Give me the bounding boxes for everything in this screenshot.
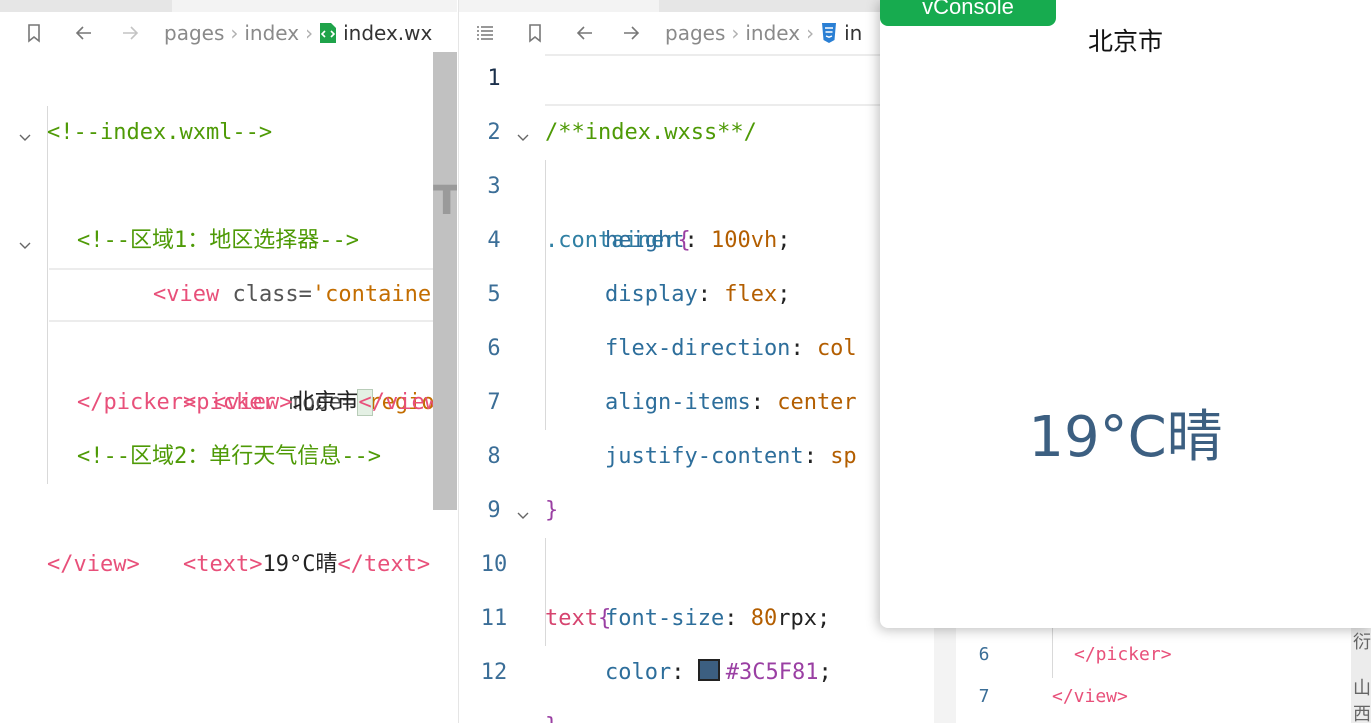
editor-toolbar: pages › index › index.wx: [0, 12, 457, 54]
back-arrow-icon[interactable]: [68, 17, 100, 49]
code-line: /**index.wxss**/: [459, 52, 934, 145]
code-line: <!--区域1：地区选择器-->: [0, 160, 457, 253]
code-line: flex-direction: col: [459, 268, 934, 361]
breadcrumb-item[interactable]: index: [244, 21, 299, 45]
indent-guide: [1052, 628, 1053, 678]
tab-strip: [0, 0, 457, 12]
wxml-file-icon: [320, 23, 337, 43]
code-line: <!--区域2：单行天气信息-->: [0, 376, 457, 469]
chevron-right-icon: ›: [305, 21, 314, 45]
chevron-right-icon: ›: [731, 21, 740, 45]
code-line: .container{: [459, 106, 934, 253]
chevron-right-icon: ›: [806, 21, 815, 45]
css-file-icon: [822, 23, 837, 43]
background-code-snippet: 6 </picker> 7 </view>: [956, 628, 1351, 723]
forward-arrow-icon[interactable]: [615, 17, 647, 49]
code-line: align-items: center: [459, 322, 934, 415]
code-line: text{: [459, 484, 934, 631]
code-line: <text>19°C晴</text>: [0, 430, 457, 577]
fold-chevron-icon[interactable]: [516, 112, 530, 141]
breadcrumb-item[interactable]: index: [745, 21, 800, 45]
edge-text: 衍: [1353, 632, 1371, 653]
forward-arrow-icon[interactable]: [114, 17, 146, 49]
breadcrumb-file[interactable]: in: [844, 21, 862, 45]
fold-chevron-icon[interactable]: [516, 490, 530, 519]
code-line: </view>: [0, 484, 457, 577]
tab-strip: [459, 0, 934, 12]
bookmark-icon[interactable]: [18, 17, 50, 49]
vconsole-button[interactable]: vConsole: [880, 0, 1056, 26]
code-line: font-size: 80rpx;: [459, 538, 934, 631]
background-edge-text: 衍 山西: [1351, 628, 1371, 723]
code-line: </picker>: [0, 322, 457, 415]
brace-token: }: [545, 700, 558, 723]
line-number: 6: [978, 644, 990, 665]
code-line: <view class='container'>: [0, 106, 457, 307]
vertical-scrollbar[interactable]: [433, 52, 457, 510]
tag-token: </view>: [47, 552, 140, 577]
fold-chevron-icon[interactable]: [18, 220, 32, 249]
breadcrumb-item[interactable]: pages: [665, 21, 725, 45]
bookmark-icon[interactable]: [519, 17, 551, 49]
overlay-glyph: T: [433, 178, 457, 224]
tag-token: </view>: [1052, 686, 1128, 707]
breadcrumb-item[interactable]: pages: [164, 21, 224, 45]
tag-token: </text>: [337, 552, 431, 577]
wxml-editor-pane: pages › index › index.wx <!--index.wxml-…: [0, 0, 457, 723]
wxss-editor-pane: pages › index › in 1 2 3 4 5 6 7 8 9 10 …: [458, 0, 934, 723]
code-line: }: [459, 430, 934, 523]
editor-toolbar: pages › index › in: [459, 12, 934, 54]
line-number: 7: [978, 686, 990, 707]
simulator-preview: 北京市 19°C晴: [880, 0, 1371, 628]
code-line: <!--index.wxml-->: [0, 52, 457, 145]
edge-text: 山西: [1353, 678, 1371, 723]
breadcrumb-file[interactable]: index.wx: [343, 21, 432, 45]
vconsole-label: vConsole: [922, 0, 1014, 19]
region-picker-text[interactable]: 北京市: [880, 22, 1371, 58]
code-line: height: 100vh;: [459, 160, 934, 253]
fold-chevron-icon[interactable]: [18, 112, 32, 141]
code-line: }: [459, 646, 934, 723]
weather-text: 19°C晴: [1028, 405, 1223, 470]
code-line: <picker mode='region'>: [0, 214, 457, 415]
code-line: justify-content: sp: [459, 376, 934, 469]
code-line: color: #3C5F81;: [459, 592, 934, 685]
text-token: 19°C晴: [262, 552, 338, 577]
code-line: display: flex;: [459, 214, 934, 307]
outline-list-icon[interactable]: [469, 17, 501, 49]
tag-token: </picker>: [1074, 644, 1172, 665]
tab-active[interactable]: [0, 0, 172, 12]
tag-token: <text>: [182, 552, 263, 577]
chevron-right-icon: ›: [230, 21, 239, 45]
code-line-current: <view>北京市</view>: [0, 268, 457, 416]
back-arrow-icon[interactable]: [569, 17, 601, 49]
